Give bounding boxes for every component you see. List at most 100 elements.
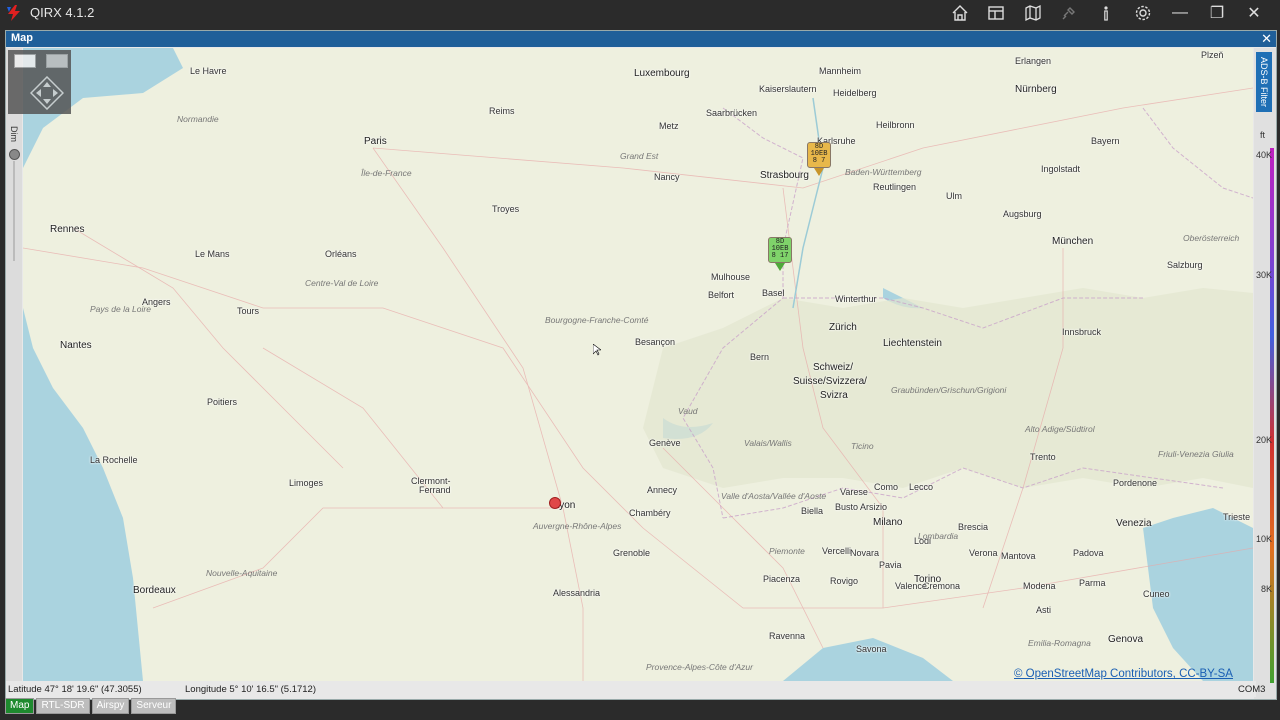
mouse-cursor-icon [593, 344, 601, 356]
city-label: Asti [1036, 605, 1052, 615]
city-label: Winterthur [835, 294, 877, 304]
city-label: Mantova [1001, 551, 1036, 561]
city-label: Rovigo [830, 576, 859, 586]
altitude-tick: 30K [1255, 270, 1272, 280]
altitude-tick: 20K [1255, 435, 1272, 445]
region-label: Pays de la Loire [90, 304, 151, 314]
region-label: Lombardia [918, 531, 959, 541]
app-title: QIRX 4.1.2 [30, 5, 95, 20]
city-label: Valence [895, 581, 927, 591]
map-icon[interactable] [1022, 3, 1044, 23]
region-label: Centre-Val de Loire [305, 278, 379, 288]
dim-label: Dim [9, 126, 19, 142]
city-label: Mannheim [819, 66, 862, 76]
region-label: Ticino [851, 441, 874, 451]
tab-airspy[interactable]: Airspy [91, 698, 130, 714]
city-label: Reims [489, 106, 515, 116]
region-label: Baden-Württemberg [845, 167, 922, 177]
gear-icon[interactable] [1132, 3, 1154, 23]
city-label: Reutlingen [873, 182, 917, 192]
osm-attribution-link[interactable]: © OpenStreetMap Contributors, CC-BY-SA [1014, 668, 1233, 680]
city-label: Busto Arsizio [835, 502, 888, 512]
minimize-button[interactable]: — [1162, 0, 1198, 26]
city-label: Poitiers [207, 397, 238, 407]
region-label: Grand Est [620, 151, 659, 161]
map-navigation-control [8, 50, 71, 114]
latitude-readout: Latitude 47° 18' 19.6" (47.3055) [8, 684, 142, 695]
city-label: Genova [1108, 634, 1144, 645]
restore-button[interactable]: ❐ [1199, 0, 1235, 26]
dim-slider-strip: Dim [6, 48, 22, 681]
tab-rtl-sdr[interactable]: RTL-SDR [36, 698, 90, 714]
map-panel: Map ✕ Dim Le Havre Luxembourg Mannheim E… [5, 30, 1277, 700]
city-label: Bayern [1091, 136, 1120, 146]
city-label: Augsburg [1003, 209, 1042, 219]
city-label: Le Havre [190, 66, 227, 76]
aircraft-marker[interactable]: 8D 10EB 8 7 [807, 142, 831, 176]
city-label: Chambéry [629, 508, 671, 518]
city-label: Bordeaux [133, 585, 176, 596]
city-label: Luxembourg [634, 68, 690, 79]
aircraft-marker[interactable]: 8D 10EB 8 17 [768, 237, 792, 271]
city-label: Besançon [635, 337, 676, 347]
region-label: Graubünden/Grischun/Grigioni [891, 385, 1007, 395]
city-label: Nantes [60, 340, 92, 351]
city-label: Pordenone [1113, 478, 1158, 488]
info-icon[interactable] [1095, 3, 1117, 23]
aircraft-label: 8D 10EB 8 17 [768, 237, 792, 263]
close-button[interactable]: ✕ [1236, 0, 1272, 26]
aircraft-pointer [775, 263, 785, 271]
city-label: Nürnberg [1015, 84, 1057, 95]
region-label: Piemonte [769, 546, 805, 556]
city-label: La Rochelle [90, 455, 138, 465]
city-label: Kaiserslautern [759, 84, 817, 94]
pan-control-icon[interactable] [30, 76, 64, 110]
dim-slider-knob[interactable] [9, 149, 20, 160]
city-label: Pavia [879, 560, 902, 570]
city-label: Metz [659, 121, 679, 131]
map-mode-button-2[interactable] [46, 54, 68, 68]
city-label: Strasbourg [760, 170, 809, 181]
altitude-color-scale [1270, 148, 1274, 683]
city-label: Liechtenstein [883, 338, 942, 349]
city-label: Heidelberg [833, 88, 877, 98]
city-label: Heilbronn [876, 120, 915, 130]
region-label: Valle d'Aosta/Vallée d'Aoste [721, 491, 827, 501]
city-label: Innsbruck [1062, 327, 1102, 337]
panel-title: Map [11, 32, 33, 44]
home-icon[interactable] [949, 3, 971, 23]
title-bar: QIRX 4.1.2 — ❐ ✕ [0, 0, 1280, 26]
city-label: Milano [873, 517, 903, 528]
city-label: Nancy [654, 172, 680, 182]
longitude-readout: Longitude 5° 10' 16.5" (5.1712) [185, 684, 317, 695]
city-label: Ingolstadt [1041, 164, 1081, 174]
ads-b-filter-button[interactable]: ADS-B Filter [1256, 52, 1272, 112]
home-location-pin[interactable] [549, 497, 561, 509]
status-bar: Latitude 47° 18' 19.6" (47.3055) Longitu… [6, 681, 1265, 697]
city-label: Basel [762, 288, 785, 298]
region-label: Alto Adige/Südtirol [1025, 424, 1095, 434]
city-label: Le Mans [195, 249, 230, 259]
region-label: Emilia-Romagna [1028, 638, 1091, 648]
panel-close-button[interactable]: ✕ [1261, 31, 1272, 47]
city-label: Mulhouse [711, 272, 751, 282]
city-label: Verona [969, 548, 998, 558]
layout-icon[interactable] [985, 3, 1007, 23]
tab-map[interactable]: Map [5, 698, 35, 714]
city-label: München [1052, 236, 1094, 247]
map-mode-button-1[interactable] [14, 54, 36, 68]
city-label: Grenoble [613, 548, 651, 558]
dim-slider-track[interactable] [13, 161, 15, 261]
map-view[interactable]: Le Havre Luxembourg Mannheim Erlangen Plzeň H… [23, 48, 1253, 681]
satellite-icon[interactable] [1058, 3, 1080, 23]
city-label: Como [874, 482, 899, 492]
app-logo-icon [7, 5, 20, 21]
city-label: Belfort [708, 290, 735, 300]
city-label: Erlangen [1015, 56, 1052, 66]
city-label: Limoges [289, 478, 324, 488]
city-label: Venezia [1116, 518, 1152, 529]
bottom-tab-bar: Map RTL-SDR Airspy Serveur [5, 698, 178, 714]
tab-serveur[interactable]: Serveur [131, 698, 177, 714]
city-label: Troyes [492, 204, 520, 214]
region-label: Provence-Alpes-Côte d'Azur [646, 662, 753, 672]
